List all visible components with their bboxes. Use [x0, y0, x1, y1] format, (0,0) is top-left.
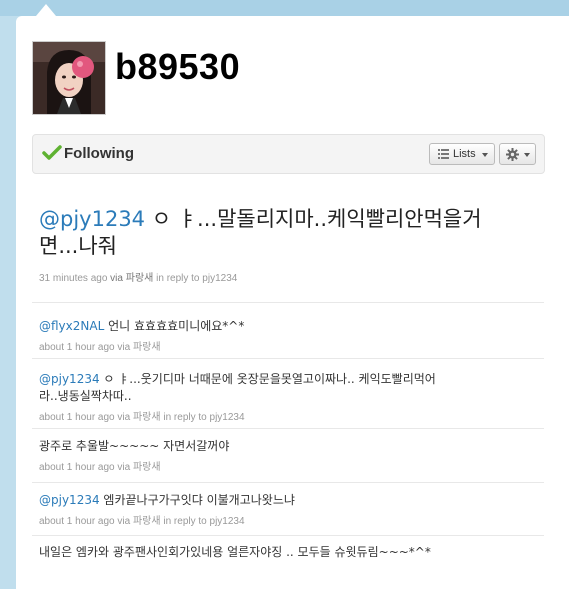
avatar-image: [33, 42, 105, 114]
divider: [32, 482, 544, 483]
tweet-timestamp[interactable]: 31 minutes ago: [39, 273, 107, 284]
via-label: via: [110, 273, 123, 284]
divider: [32, 428, 544, 429]
settings-button[interactable]: [499, 143, 536, 165]
tweet-meta: about 1 hour ago via 파랑새 in reply to pjy…: [39, 512, 544, 527]
avatar[interactable]: [32, 41, 106, 115]
divider: [32, 302, 544, 303]
list-item: 내일은 엠카와 광주팬사인회가있네용 얼른자야징 .. 모두들 슈윗듀림~~~*…: [39, 544, 544, 561]
client-name[interactable]: 파랑새: [133, 412, 161, 423]
tweet-timestamp[interactable]: about 1 hour ago: [39, 412, 115, 423]
main-tweet-text: @pjy1234 ㅇ ㅑ...말돌리지마..케익빨리안먹을거면...나줘: [39, 206, 484, 260]
list-item: @flyx2NAL 언니 효효효효미니에요*^* about 1 hour ag…: [39, 318, 544, 353]
tweet-meta: about 1 hour ago via 파랑새: [39, 458, 544, 473]
lists-button[interactable]: Lists: [429, 143, 495, 165]
tweet-meta: about 1 hour ago via 파랑새: [39, 338, 544, 353]
lists-button-label: Lists: [453, 148, 476, 160]
tweet-text: 내일은 엠카와 광주팬사인회가있네용 얼른자야징 .. 모두들 슈윗듀림~~~*…: [39, 545, 431, 559]
list-icon: [438, 149, 449, 162]
reply-to-user[interactable]: pjy1234: [210, 516, 245, 527]
client-name[interactable]: 파랑새: [133, 462, 161, 473]
list-item: @pjy1234 엠카끝나구가구잇댜 이불개고나왓느냐 about 1 hour…: [39, 492, 544, 527]
tweet-text: 언니 효효효효미니에요*^*: [104, 319, 245, 333]
list-item: @pjy1234 ㅇ ㅑ...웃기디마 너때문에 옷장문을못열고이짜나.. 케익…: [39, 371, 544, 423]
divider: [32, 358, 544, 359]
main-tweet-meta: 31 minutes ago via 파랑새 in reply to pjy12…: [39, 269, 237, 284]
tweet-meta: about 1 hour ago via 파랑새 in reply to pjy…: [39, 408, 544, 423]
profile-panel: b89530 Following Lists @pjy1234 ㅇ ㅑ...말돌…: [16, 16, 569, 589]
reply-to-user[interactable]: pjy1234: [210, 412, 245, 423]
tweet-mention[interactable]: @pjy1234: [39, 372, 100, 386]
via-label: via: [117, 342, 131, 353]
tweet-mention[interactable]: @pjy1234: [39, 493, 100, 507]
profile-username: b89530: [115, 46, 241, 87]
list-item: 광주로 추울발~~~~~ 자면서갈꺼야 about 1 hour ago via…: [39, 438, 544, 473]
tweet-timestamp[interactable]: about 1 hour ago: [39, 342, 115, 353]
client-name[interactable]: 파랑새: [133, 342, 161, 353]
page-background-strip: [0, 0, 569, 16]
following-status-label[interactable]: Following: [64, 145, 134, 162]
follow-bar: Following Lists: [32, 134, 545, 174]
reply-label: in reply to: [163, 516, 207, 527]
reply-label: in reply to: [163, 412, 207, 423]
chevron-down-icon: [524, 153, 530, 157]
gear-icon: [506, 148, 519, 164]
via-label: via: [117, 412, 131, 423]
reply-to-user[interactable]: pjy1234: [202, 273, 237, 284]
divider: [32, 535, 544, 536]
via-label: via: [117, 462, 131, 473]
reply-label: in reply to: [156, 273, 200, 284]
check-icon: [42, 145, 62, 161]
client-name[interactable]: 파랑새: [133, 516, 161, 527]
tweet-timestamp[interactable]: about 1 hour ago: [39, 462, 115, 473]
tweet-timestamp[interactable]: about 1 hour ago: [39, 516, 115, 527]
client-name[interactable]: 파랑새: [126, 273, 154, 284]
chevron-down-icon: [482, 153, 488, 157]
tweet-text: 광주로 추울발~~~~~ 자면서갈꺼야: [39, 439, 230, 453]
via-label: via: [117, 516, 131, 527]
panel-pointer: [36, 4, 56, 16]
main-tweet-mention[interactable]: @pjy1234: [39, 207, 145, 231]
tweet-mention[interactable]: @flyx2NAL: [39, 319, 104, 333]
tweet-text: 엠카끝나구가구잇댜 이불개고나왓느냐: [99, 493, 295, 507]
